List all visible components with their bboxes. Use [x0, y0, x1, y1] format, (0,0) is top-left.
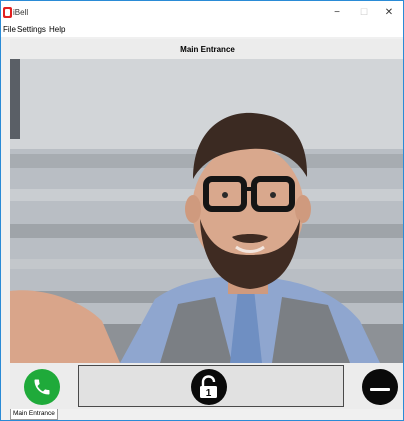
- camera-feed: [10, 59, 403, 363]
- door-tab-bar: Main Entrance: [1, 409, 403, 420]
- app-window: iBell − ☐ ✕ File Settings Help Main Entr…: [0, 0, 404, 421]
- call-controls: 1: [10, 363, 403, 409]
- menu-bar: File Settings Help: [1, 23, 403, 37]
- hangup-button[interactable]: [362, 369, 398, 405]
- unlock-badge: 1: [206, 388, 212, 399]
- phone-icon: [34, 379, 50, 395]
- app-logo-icon: [3, 7, 12, 18]
- unlock-1-icon: 1: [200, 375, 217, 399]
- close-button[interactable]: ✕: [376, 4, 402, 20]
- answer-call-button[interactable]: [24, 369, 60, 405]
- tab-main-entrance[interactable]: Main Entrance: [10, 409, 58, 420]
- door-header: Main Entrance: [10, 39, 403, 59]
- menu-help[interactable]: Help: [49, 25, 65, 34]
- maximize-button[interactable]: ☐: [351, 4, 377, 20]
- door-title: Main Entrance: [180, 44, 235, 54]
- minimize-button[interactable]: −: [324, 4, 350, 20]
- unlock-panel[interactable]: 1: [78, 365, 344, 407]
- menu-settings[interactable]: Settings: [17, 25, 46, 34]
- app-title: iBell: [13, 8, 29, 17]
- hangup-icon: [370, 387, 390, 391]
- unlock-door-button[interactable]: 1: [191, 369, 227, 405]
- menu-file[interactable]: File: [3, 25, 16, 34]
- title-bar[interactable]: iBell − ☐ ✕: [1, 1, 403, 23]
- camera-feed-image: [10, 59, 403, 363]
